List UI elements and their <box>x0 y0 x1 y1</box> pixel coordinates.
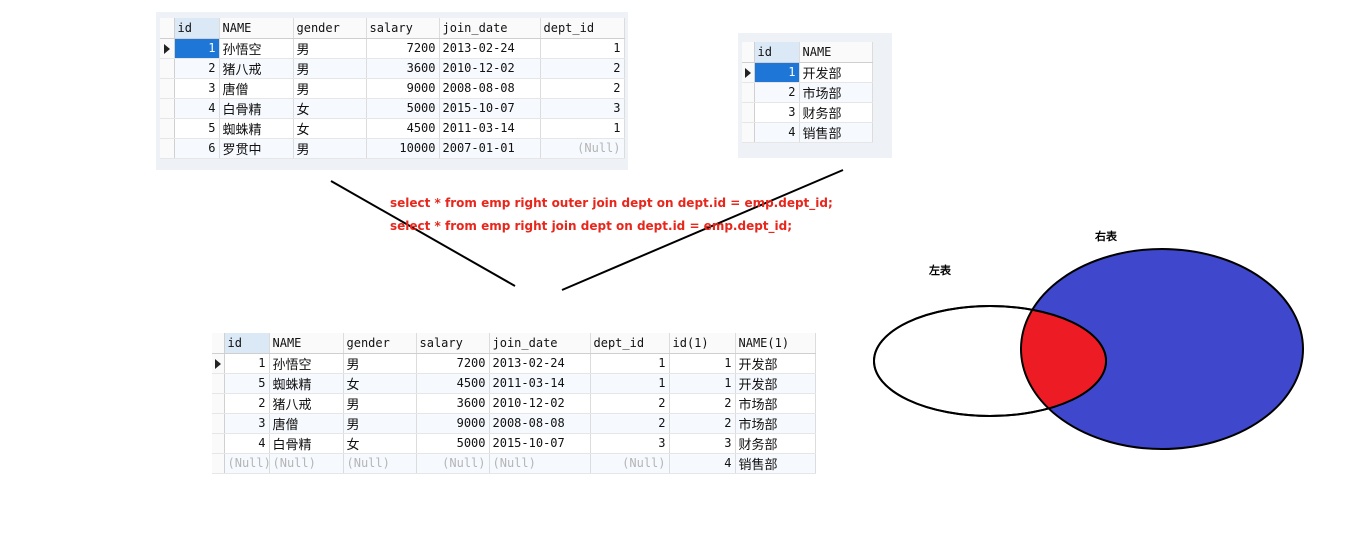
cell[interactable]: 3 <box>224 413 270 434</box>
cell[interactable]: 开发部 <box>735 373 816 394</box>
cell[interactable]: 1 <box>590 353 670 374</box>
cell[interactable]: 市场部 <box>735 393 816 414</box>
cell[interactable]: 男 <box>343 353 417 374</box>
cell[interactable]: 4 <box>224 433 270 454</box>
row-indicator <box>212 393 225 414</box>
row-indicator <box>212 413 225 434</box>
row-indicator <box>212 353 225 374</box>
cell[interactable]: (Null) <box>489 453 591 474</box>
cell[interactable]: 女 <box>343 373 417 394</box>
sql-right-outer-join: select * from emp right outer join dept … <box>390 196 833 210</box>
col-header-salary[interactable]: salary <box>416 333 490 354</box>
cell[interactable]: (Null) <box>224 453 270 474</box>
cell[interactable]: 4 <box>669 453 736 474</box>
cell[interactable]: 3 <box>590 433 670 454</box>
cell[interactable]: 4500 <box>416 373 490 394</box>
cell[interactable]: 蜘蛛精 <box>269 373 344 394</box>
cell[interactable]: 2010-12-02 <box>489 393 591 414</box>
cell[interactable]: 销售部 <box>735 453 816 474</box>
cell[interactable]: 3 <box>669 433 736 454</box>
cell[interactable]: 开发部 <box>735 353 816 374</box>
cell[interactable]: (Null) <box>269 453 344 474</box>
cell[interactable]: 2013-02-24 <box>489 353 591 374</box>
cell[interactable]: 市场部 <box>735 413 816 434</box>
result-header-row: id NAME gender salary join_date dept_id … <box>212 333 816 354</box>
result-table: id NAME gender salary join_date dept_id … <box>212 333 816 474</box>
cell[interactable]: 5 <box>224 373 270 394</box>
cell[interactable]: 9000 <box>416 413 490 434</box>
cell[interactable]: 唐僧 <box>269 413 344 434</box>
cell[interactable]: 3600 <box>416 393 490 414</box>
cell[interactable]: 2 <box>669 393 736 414</box>
sql-right-join: select * from emp right join dept on dep… <box>390 219 793 233</box>
current-row-arrow-icon <box>215 358 221 369</box>
col-header-name-1[interactable]: NAME(1) <box>735 333 816 354</box>
cell[interactable]: 财务部 <box>735 433 816 454</box>
venn-right-label: 右表 <box>1095 230 1117 243</box>
cell[interactable]: (Null) <box>416 453 490 474</box>
table-row[interactable]: 4 白骨精 女 5000 2015-10-07 3 3 财务部 <box>212 433 816 454</box>
cell[interactable]: (Null) <box>343 453 417 474</box>
cell[interactable]: 猪八戒 <box>269 393 344 414</box>
cell[interactable]: 1 <box>224 353 270 374</box>
cell[interactable]: 孙悟空 <box>269 353 344 374</box>
cell[interactable]: 2015-10-07 <box>489 433 591 454</box>
cell[interactable]: 5000 <box>416 433 490 454</box>
venn-left-label: 左表 <box>929 264 951 277</box>
row-indicator <box>212 453 225 474</box>
cell[interactable]: 2 <box>669 413 736 434</box>
cell[interactable]: 1 <box>669 353 736 374</box>
col-header-join-date[interactable]: join_date <box>489 333 591 354</box>
table-row[interactable]: 1 孙悟空 男 7200 2013-02-24 1 1 开发部 <box>212 353 816 374</box>
col-header-id-1[interactable]: id(1) <box>669 333 736 354</box>
cell[interactable]: 男 <box>343 413 417 434</box>
cell[interactable]: 白骨精 <box>269 433 344 454</box>
cell[interactable]: 1 <box>590 373 670 394</box>
row-indicator <box>212 433 225 454</box>
table-row[interactable]: 3 唐僧 男 9000 2008-08-08 2 2 市场部 <box>212 413 816 434</box>
cell[interactable]: 7200 <box>416 353 490 374</box>
table-row[interactable]: (Null) (Null) (Null) (Null) (Null) (Null… <box>212 453 816 474</box>
cell[interactable]: (Null) <box>590 453 670 474</box>
col-header-gender[interactable]: gender <box>343 333 417 354</box>
cell[interactable]: 男 <box>343 393 417 414</box>
row-indicator-header <box>212 333 225 354</box>
cell[interactable]: 2008-08-08 <box>489 413 591 434</box>
cell[interactable]: 1 <box>669 373 736 394</box>
col-header-id[interactable]: id <box>224 333 270 354</box>
table-row[interactable]: 5 蜘蛛精 女 4500 2011-03-14 1 1 开发部 <box>212 373 816 394</box>
cell[interactable]: 2 <box>224 393 270 414</box>
cell[interactable]: 女 <box>343 433 417 454</box>
row-indicator <box>212 373 225 394</box>
cell[interactable]: 2011-03-14 <box>489 373 591 394</box>
col-header-name[interactable]: NAME <box>269 333 344 354</box>
cell[interactable]: 2 <box>590 413 670 434</box>
col-header-dept-id[interactable]: dept_id <box>590 333 670 354</box>
table-row[interactable]: 2 猪八戒 男 3600 2010-12-02 2 2 市场部 <box>212 393 816 414</box>
cell[interactable]: 2 <box>590 393 670 414</box>
